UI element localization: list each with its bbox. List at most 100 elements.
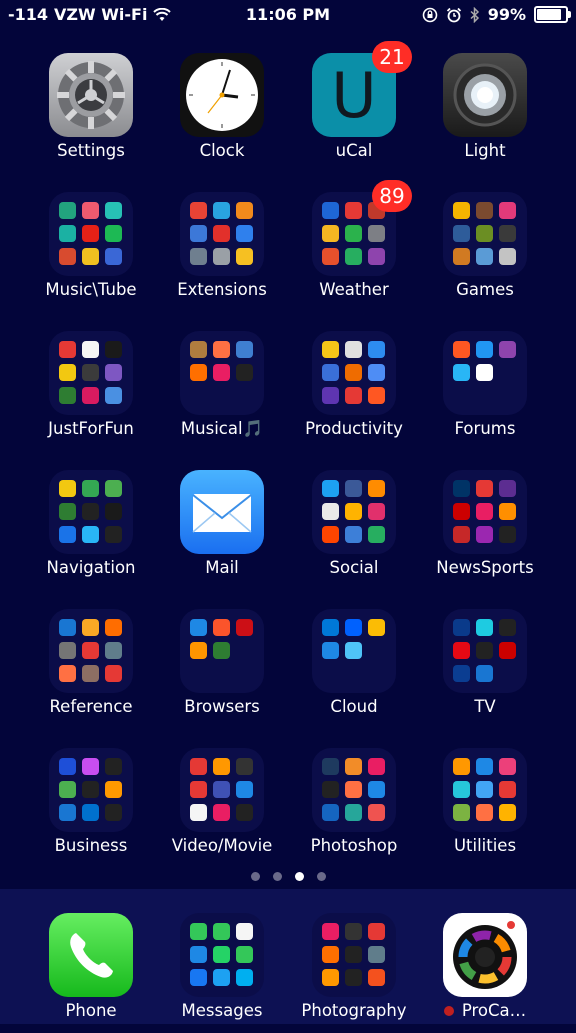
folder-mini-app-icon bbox=[236, 781, 253, 798]
folder-mini-app-icon bbox=[453, 341, 470, 358]
page-indicator[interactable] bbox=[0, 872, 576, 888]
folder-video-movie[interactable]: Video/Movie bbox=[162, 748, 282, 868]
folder-icon bbox=[49, 331, 133, 415]
folder-mini-app-icon bbox=[368, 364, 385, 381]
folder-mini-app-icon bbox=[213, 969, 230, 986]
app-light[interactable]: Light bbox=[425, 53, 545, 173]
battery-fill bbox=[537, 9, 561, 20]
folder-mini-app-icon bbox=[105, 526, 122, 543]
folder-mini-app-icon bbox=[476, 248, 493, 265]
folder-social[interactable]: Social bbox=[294, 470, 414, 590]
app-procamera[interactable]: ProCa… bbox=[425, 913, 545, 1033]
folder-mini-app-icon bbox=[59, 503, 76, 520]
rotation-lock-icon bbox=[422, 7, 438, 22]
folder-mini-app-icon bbox=[82, 248, 99, 265]
folder-music-tube[interactable]: Music\Tube bbox=[31, 192, 151, 312]
folder-mini-app-icon bbox=[499, 341, 516, 358]
folder-mini-app-icon bbox=[105, 804, 122, 821]
folder-mini-app-icon bbox=[476, 781, 493, 798]
folder-mini-app-icon bbox=[190, 758, 207, 775]
folder-weather[interactable]: 89 Weather bbox=[294, 180, 414, 312]
folder-label: Reference bbox=[49, 697, 133, 716]
folder-mini-app-icon bbox=[236, 364, 253, 381]
folder-forums[interactable]: Forums bbox=[425, 331, 545, 451]
folder-label: Browsers bbox=[184, 697, 260, 716]
app-mail[interactable]: Mail bbox=[162, 470, 282, 590]
folder-games[interactable]: Games bbox=[425, 192, 545, 312]
folder-mini-app-icon bbox=[453, 202, 470, 219]
folder-mini-app-icon bbox=[322, 923, 339, 940]
folder-mini-app-icon bbox=[499, 526, 516, 543]
folder-label: Photography bbox=[301, 1001, 407, 1020]
folder-mini-app-icon bbox=[82, 642, 99, 659]
folder-mini-app-icon bbox=[82, 225, 99, 242]
app-settings[interactable]: Settings bbox=[31, 53, 151, 173]
folder-tv[interactable]: TV bbox=[425, 609, 545, 729]
page-dot[interactable] bbox=[316, 872, 326, 881]
folder-mini-app-icon bbox=[476, 758, 493, 775]
folder-mini-app-icon bbox=[213, 619, 230, 636]
folder-utilities[interactable]: Utilities bbox=[425, 748, 545, 868]
folder-mini-app-icon bbox=[82, 503, 99, 520]
page-dot[interactable] bbox=[294, 872, 304, 881]
folder-mini-app-icon bbox=[322, 946, 339, 963]
folder-label: Video/Movie bbox=[171, 836, 273, 855]
folder-messages[interactable]: Messages bbox=[162, 913, 282, 1033]
folder-mini-app-icon bbox=[476, 225, 493, 242]
folder-business[interactable]: Business bbox=[31, 748, 151, 868]
folder-photoshop[interactable]: Photoshop bbox=[294, 748, 414, 868]
folder-icon bbox=[443, 192, 527, 276]
folder-mini-app-icon bbox=[59, 341, 76, 358]
folder-mini-app-icon bbox=[499, 619, 516, 636]
folder-mini-app-icon bbox=[105, 364, 122, 381]
folder-newssports[interactable]: NewsSports bbox=[425, 470, 545, 590]
page-dot[interactable] bbox=[272, 872, 282, 881]
folder-icon bbox=[443, 748, 527, 832]
folder-mini-app-icon bbox=[453, 503, 470, 520]
app-phone[interactable]: Phone bbox=[31, 913, 151, 1033]
folder-mini-app-icon bbox=[499, 758, 516, 775]
folder-mini-app-icon bbox=[345, 642, 362, 659]
folder-label: Weather bbox=[319, 280, 389, 299]
folder-mini-app-icon bbox=[82, 526, 99, 543]
folder-mini-app-icon bbox=[368, 225, 385, 242]
folder-justforfun[interactable]: JustForFun bbox=[31, 331, 151, 451]
folder-browsers[interactable]: Browsers bbox=[162, 609, 282, 729]
folder-mini-app-icon bbox=[499, 248, 516, 265]
folder-cloud[interactable]: Cloud bbox=[294, 609, 414, 729]
folder-mini-app-icon bbox=[59, 526, 76, 543]
folder-icon bbox=[180, 748, 264, 832]
folder-mini-app-icon bbox=[82, 202, 99, 219]
folder-icon bbox=[443, 609, 527, 693]
folder-mini-app-icon bbox=[453, 642, 470, 659]
envelope-icon bbox=[180, 470, 264, 554]
folder-mini-app-icon bbox=[59, 248, 76, 265]
app-label: Settings bbox=[57, 141, 125, 160]
alarm-icon bbox=[446, 7, 461, 22]
folder-musical[interactable]: Musical🎵 bbox=[162, 331, 282, 451]
page-dot[interactable] bbox=[250, 872, 260, 881]
bluetooth-icon bbox=[470, 6, 479, 23]
app-ucal[interactable]: U 21 uCal bbox=[294, 41, 414, 173]
folder-mini-app-icon bbox=[59, 225, 76, 242]
folder-mini-app-icon bbox=[476, 202, 493, 219]
phone-icon bbox=[49, 913, 133, 997]
folder-mini-app-icon bbox=[476, 642, 493, 659]
folder-icon bbox=[312, 609, 396, 693]
folder-mini-app-icon bbox=[499, 781, 516, 798]
folder-label: Games bbox=[456, 280, 514, 299]
folder-extensions[interactable]: Extensions bbox=[162, 192, 282, 312]
folder-reference[interactable]: Reference bbox=[31, 609, 151, 729]
folder-mini-app-icon bbox=[213, 248, 230, 265]
folder-mini-app-icon bbox=[190, 202, 207, 219]
app-clock[interactable]: Clock bbox=[162, 53, 282, 173]
battery-icon bbox=[534, 6, 571, 23]
folder-navigation[interactable]: Navigation bbox=[31, 470, 151, 590]
folder-mini-app-icon bbox=[105, 781, 122, 798]
folder-mini-app-icon bbox=[345, 923, 362, 940]
folder-mini-app-icon bbox=[213, 364, 230, 381]
folder-mini-app-icon bbox=[190, 946, 207, 963]
folder-photography[interactable]: Photography bbox=[294, 913, 414, 1033]
folder-mini-app-icon bbox=[105, 341, 122, 358]
folder-productivity[interactable]: Productivity bbox=[294, 331, 414, 451]
